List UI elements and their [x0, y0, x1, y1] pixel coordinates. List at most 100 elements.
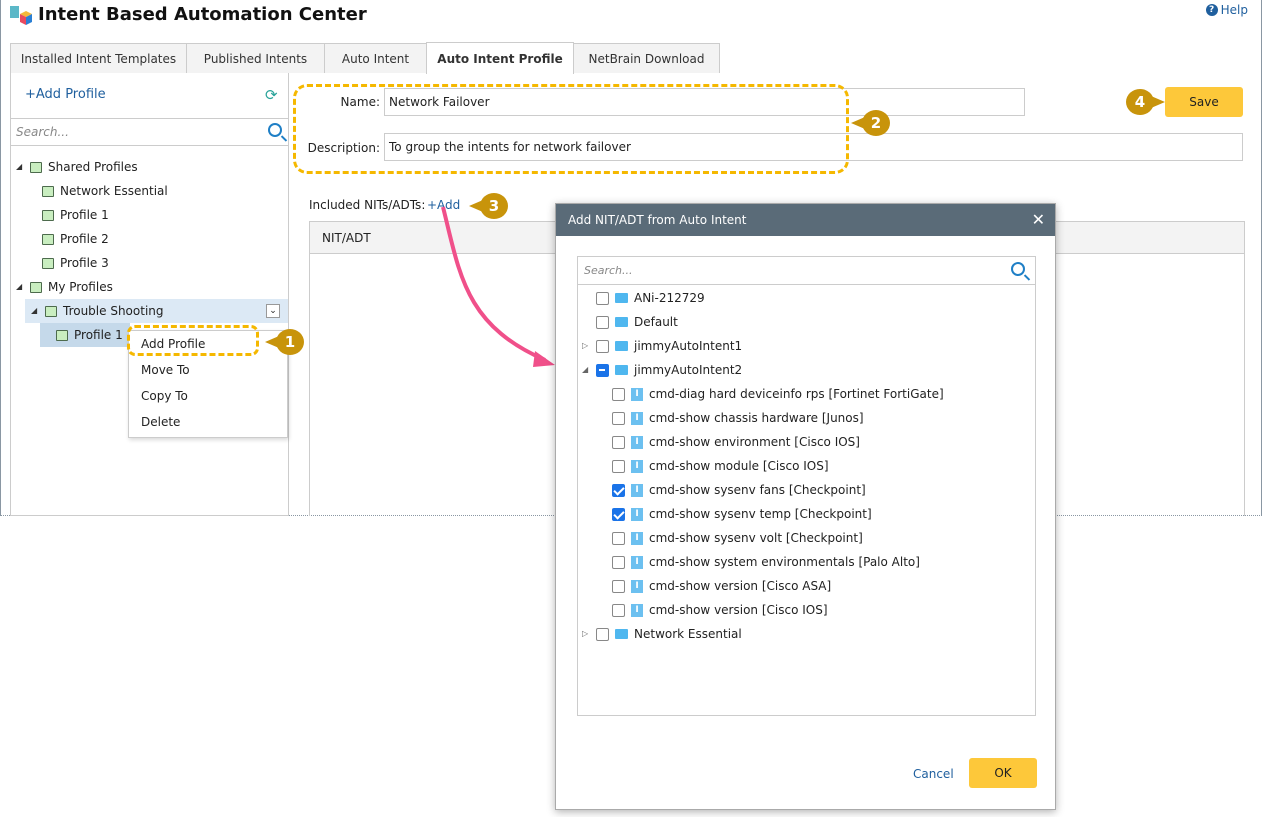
folder-row[interactable]: ▷ Network Essential — [582, 622, 742, 646]
dialog-header: Add NIT/ADT from Auto Intent ✕ — [556, 204, 1055, 236]
tree-item[interactable]: Profile 1 — [42, 203, 109, 227]
row-label: cmd-show version [Cisco IOS] — [649, 603, 828, 617]
checkbox[interactable] — [612, 435, 625, 449]
expand-icon[interactable]: ▷ — [582, 334, 590, 358]
included-label: Included NITs/ADTs: — [309, 198, 426, 212]
menu-item-delete[interactable]: Delete — [129, 409, 287, 435]
row-label: Network Essential — [634, 627, 742, 641]
folder-icon — [615, 629, 628, 639]
expand-icon[interactable]: ◢ — [16, 155, 24, 179]
intent-icon: I — [631, 555, 643, 569]
menu-item-move-to[interactable]: Move To — [129, 357, 287, 383]
checkbox[interactable] — [612, 507, 625, 521]
tab-bar: Installed Intent Templates Published Int… — [10, 42, 720, 74]
intent-row[interactable]: Icmd-show sysenv volt [Checkpoint] — [612, 526, 863, 550]
tree-profile-1[interactable]: Profile 1 — [40, 323, 130, 347]
cancel-button[interactable]: Cancel — [913, 767, 954, 781]
highlight-box — [293, 84, 849, 174]
tree-my-profiles[interactable]: ◢ My Profiles — [16, 275, 113, 299]
pointer-arrow — [441, 206, 555, 367]
help-label: Help — [1220, 3, 1248, 17]
intent-icon: I — [631, 507, 643, 521]
tree-label: Shared Profiles — [48, 160, 138, 174]
folder-row[interactable]: ▷ jimmyAutoIntent1 — [582, 334, 742, 358]
tree-trouble-shooting[interactable]: ◢ Trouble Shooting ⌄ — [25, 299, 288, 323]
checkbox[interactable] — [612, 555, 625, 569]
profile-icon — [30, 281, 42, 293]
save-button[interactable]: Save — [1165, 87, 1243, 117]
folder-row[interactable]: Default — [582, 310, 678, 334]
intent-row[interactable]: Icmd-diag hard deviceinfo rps [Fortinet … — [612, 382, 944, 406]
callout-2: 2 — [851, 110, 890, 136]
checkbox[interactable] — [612, 459, 625, 473]
expand-icon[interactable]: ◢ — [16, 275, 24, 299]
search-icon[interactable] — [1011, 262, 1025, 276]
tree-item[interactable]: Profile 2 — [42, 227, 109, 251]
intent-row[interactable]: Icmd-show module [Cisco IOS] — [612, 454, 829, 478]
tree-label: Profile 1 — [74, 328, 123, 342]
help-link[interactable]: ? Help — [1205, 3, 1248, 17]
expand-icon[interactable]: ◢ — [31, 299, 39, 323]
row-label: ANi-212729 — [634, 291, 705, 305]
search-icon[interactable] — [268, 123, 282, 137]
dropdown-chevron-icon[interactable]: ⌄ — [266, 304, 280, 318]
dialog-title: Add NIT/ADT from Auto Intent — [568, 213, 747, 227]
checkbox[interactable] — [612, 483, 625, 497]
checkbox[interactable] — [596, 315, 609, 329]
checkbox[interactable] — [612, 411, 625, 425]
row-label: cmd-show environment [Cisco IOS] — [649, 435, 860, 449]
row-label: cmd-show system environmentals [Palo Alt… — [649, 555, 920, 569]
row-label: cmd-show sysenv volt [Checkpoint] — [649, 531, 863, 545]
folder-row[interactable]: ◢ jimmyAutoIntent2 — [582, 358, 742, 382]
callout-4: 4 — [1126, 89, 1165, 115]
checkbox[interactable] — [612, 603, 625, 617]
folder-row[interactable]: ANi-212729 — [582, 286, 705, 310]
profile-icon — [42, 185, 54, 197]
checkbox[interactable] — [612, 579, 625, 593]
tab-netbrain-download[interactable]: NetBrain Download — [573, 43, 720, 73]
add-profile-button[interactable]: +Add Profile — [25, 87, 106, 102]
intent-icon: I — [631, 579, 643, 593]
intent-row[interactable]: Icmd-show system environmentals [Palo Al… — [612, 550, 920, 574]
app-title: Intent Based Automation Center — [38, 4, 367, 25]
intent-row[interactable]: Icmd-show sysenv fans [Checkpoint] — [612, 478, 866, 502]
checkbox[interactable] — [596, 363, 609, 377]
checkbox[interactable] — [612, 387, 625, 401]
checkbox[interactable] — [596, 339, 609, 353]
close-icon[interactable]: ✕ — [1032, 204, 1045, 236]
checkbox[interactable] — [612, 531, 625, 545]
profile-search-input[interactable]: Search... — [11, 118, 288, 146]
folder-icon — [615, 365, 628, 375]
checkbox[interactable] — [596, 627, 609, 641]
search-placeholder: Search... — [16, 125, 69, 139]
tab-installed-intent-templates[interactable]: Installed Intent Templates — [10, 43, 187, 73]
tree-item[interactable]: Network Essential — [42, 179, 168, 203]
menu-item-copy-to[interactable]: Copy To — [129, 383, 287, 409]
intent-row[interactable]: Icmd-show version [Cisco IOS] — [612, 598, 828, 622]
tree-label: My Profiles — [48, 280, 113, 294]
tab-auto-intent[interactable]: Auto Intent — [324, 43, 427, 73]
intent-row[interactable]: Icmd-show sysenv temp [Checkpoint] — [612, 502, 872, 526]
help-icon: ? — [1205, 4, 1218, 16]
intent-row[interactable]: Icmd-show environment [Cisco IOS] — [612, 430, 860, 454]
tab-auto-intent-profile[interactable]: Auto Intent Profile — [426, 42, 574, 74]
profile-icon — [30, 161, 42, 173]
tree-item[interactable]: Profile 3 — [42, 251, 109, 275]
folder-icon — [615, 317, 628, 327]
row-label: jimmyAutoIntent1 — [634, 339, 743, 353]
intent-icon: I — [631, 411, 643, 425]
checkbox[interactable] — [596, 291, 609, 305]
tree-label: Profile 2 — [60, 232, 109, 246]
tree-shared-profiles[interactable]: ◢ Shared Profiles — [16, 155, 138, 179]
folder-icon — [615, 341, 628, 351]
expand-icon[interactable]: ◢ — [582, 358, 590, 382]
tab-published-intents[interactable]: Published Intents — [186, 43, 325, 73]
search-placeholder: Search... — [584, 264, 633, 277]
dialog-search-input[interactable]: Search... — [577, 256, 1036, 285]
expand-icon[interactable]: ▷ — [582, 622, 590, 646]
refresh-icon[interactable]: ⟳ — [265, 86, 278, 104]
intent-row[interactable]: Icmd-show version [Cisco ASA] — [612, 574, 831, 598]
ok-button[interactable]: OK — [969, 758, 1037, 788]
intent-icon: I — [631, 603, 643, 617]
intent-row[interactable]: Icmd-show chassis hardware [Junos] — [612, 406, 864, 430]
